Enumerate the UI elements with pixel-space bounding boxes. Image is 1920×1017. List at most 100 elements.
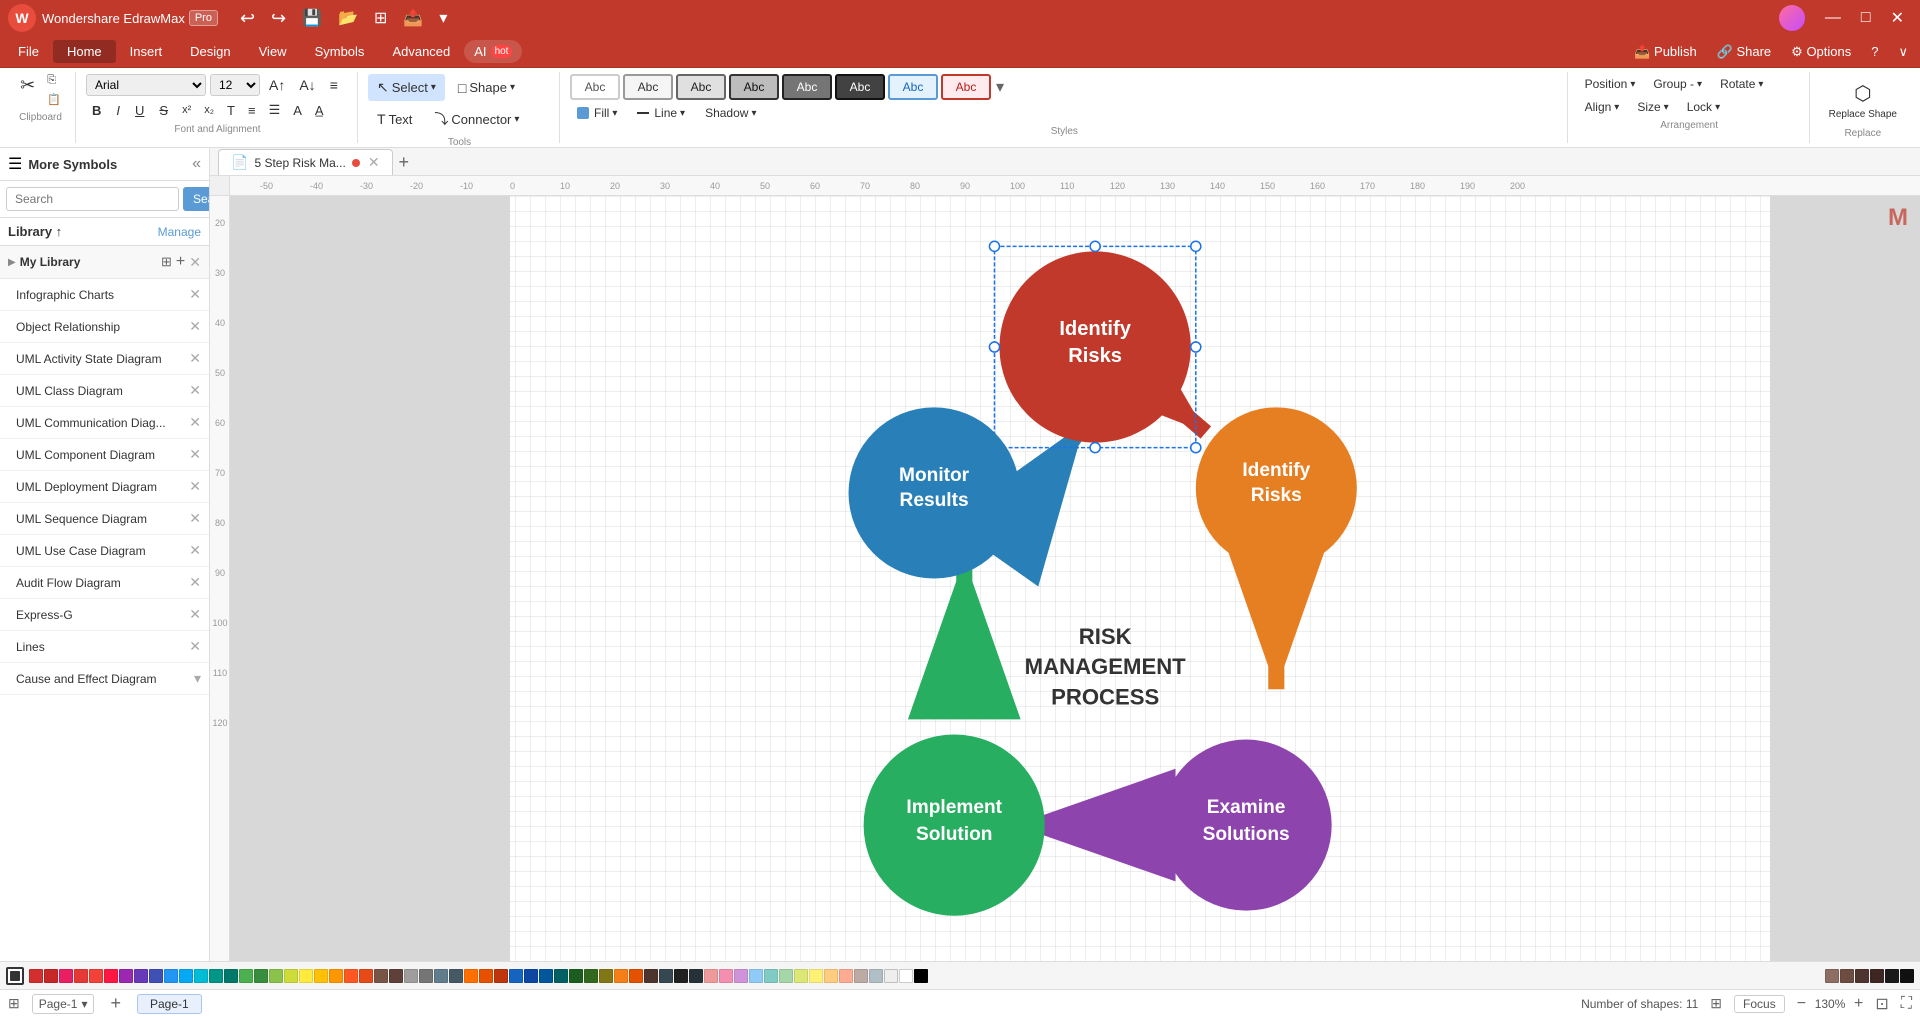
drawing-canvas[interactable]: Identify Risks Identify Risks RISK MANAG… — [230, 196, 1920, 961]
minimize-button[interactable]: — — [1817, 5, 1849, 31]
color-swatch[interactable] — [584, 969, 598, 983]
export-button[interactable]: 📤 — [397, 6, 429, 31]
color-swatch[interactable] — [554, 969, 568, 983]
color-swatch[interactable] — [719, 969, 733, 983]
sidebar-item-uml-deployment[interactable]: UML Deployment Diagram ✕ — [0, 471, 209, 503]
add-tab-button[interactable]: + — [395, 152, 414, 173]
color-swatch[interactable] — [254, 969, 268, 983]
color-swatch[interactable] — [914, 969, 928, 983]
underline-button[interactable]: U — [129, 100, 150, 121]
color-swatch-dark3[interactable] — [1855, 969, 1869, 983]
size-button[interactable]: Size ▾ — [1630, 97, 1675, 117]
color-swatch[interactable] — [119, 969, 133, 983]
add-library-icon[interactable]: + — [176, 253, 185, 271]
collapse-cause-effect-icon[interactable]: ▾ — [194, 670, 201, 687]
color-swatch[interactable] — [374, 969, 388, 983]
color-swatch[interactable] — [194, 969, 208, 983]
text-color-button[interactable]: A — [288, 100, 307, 121]
close-uml-activity-icon[interactable]: ✕ — [189, 350, 201, 367]
highlight-button[interactable]: A̲ — [310, 100, 329, 121]
fill-button[interactable]: Fill ▾ — [570, 103, 624, 123]
maximize-button[interactable]: □ — [1853, 5, 1879, 31]
tab-5step-risk[interactable]: 📄 5 Step Risk Ma... ✕ — [218, 149, 393, 175]
color-swatch[interactable] — [74, 969, 88, 983]
import-icon[interactable]: ⊞ — [161, 254, 172, 270]
position-button[interactable]: Position ▾ — [1578, 74, 1643, 94]
menu-home[interactable]: Home — [53, 40, 116, 63]
menu-design[interactable]: Design — [176, 40, 244, 63]
color-swatch[interactable] — [89, 969, 103, 983]
color-swatch[interactable] — [59, 969, 73, 983]
sidebar-item-uml-communication[interactable]: UML Communication Diag... ✕ — [0, 407, 209, 439]
color-swatch[interactable] — [854, 969, 868, 983]
color-swatch[interactable] — [794, 969, 808, 983]
text-button[interactable]: T Text — [368, 104, 421, 134]
close-uml-class-icon[interactable]: ✕ — [189, 382, 201, 399]
color-swatch[interactable] — [299, 969, 313, 983]
sidebar-item-uml-class[interactable]: UML Class Diagram ✕ — [0, 375, 209, 407]
color-swatch[interactable] — [824, 969, 838, 983]
sidebar-item-uml-sequence[interactable]: UML Sequence Diagram ✕ — [0, 503, 209, 535]
sidebar-item-audit-flow[interactable]: Audit Flow Diagram ✕ — [0, 567, 209, 599]
styles-more-button[interactable]: ▾ — [994, 75, 1006, 99]
color-swatch[interactable] — [104, 969, 118, 983]
sidebar-item-object-relationship[interactable]: Object Relationship ✕ — [0, 311, 209, 343]
undo-button[interactable]: ↩ — [234, 6, 261, 31]
color-swatch[interactable] — [389, 969, 403, 983]
close-audit-flow-icon[interactable]: ✕ — [189, 574, 201, 591]
style-2[interactable]: Abc — [623, 74, 673, 100]
align-button[interactable]: ≡ — [325, 74, 343, 96]
options-button[interactable]: ⚙ Options — [1783, 41, 1859, 63]
list2-button[interactable]: ☰ — [264, 99, 286, 121]
collapse-sidebar-button[interactable]: « — [192, 155, 201, 173]
style-1[interactable]: Abc — [570, 74, 620, 100]
menu-advanced[interactable]: Advanced — [378, 40, 464, 63]
color-swatch[interactable] — [269, 969, 283, 983]
close-object-relationship-icon[interactable]: ✕ — [189, 318, 201, 335]
group-button[interactable]: Group - ▾ — [1646, 74, 1709, 94]
sidebar-item-infographic-charts[interactable]: Infographic Charts ✕ — [0, 279, 209, 311]
color-swatch[interactable] — [659, 969, 673, 983]
sidebar-item-uml-component[interactable]: UML Component Diagram ✕ — [0, 439, 209, 471]
line-button[interactable]: Line ▾ — [630, 103, 692, 123]
fit-page-button[interactable]: ⊡ — [1875, 994, 1888, 1014]
color-swatch-dark4[interactable] — [1870, 969, 1884, 983]
select-button[interactable]: ↖ Select ▾ — [368, 74, 445, 101]
subscript-button[interactable]: x₂ — [199, 101, 219, 119]
more-button[interactable]: ▾ — [433, 6, 453, 31]
close-express-g-icon[interactable]: ✕ — [189, 606, 201, 623]
color-swatch[interactable] — [449, 969, 463, 983]
page-icon-button[interactable]: ⊞ — [8, 995, 20, 1012]
color-swatch[interactable] — [479, 969, 493, 983]
color-swatch[interactable] — [434, 969, 448, 983]
color-swatch[interactable] — [614, 969, 628, 983]
menu-insert[interactable]: Insert — [116, 40, 177, 63]
sidebar-item-uml-activity[interactable]: UML Activity State Diagram ✕ — [0, 343, 209, 375]
redo-button[interactable]: ↪ — [265, 6, 292, 31]
close-uml-deployment-icon[interactable]: ✕ — [189, 478, 201, 495]
text-format-button[interactable]: T — [222, 100, 240, 121]
sidebar-item-lines[interactable]: Lines ✕ — [0, 631, 209, 663]
copy-button[interactable]: ⎘ — [42, 72, 66, 89]
close-uml-sequence-icon[interactable]: ✕ — [189, 510, 201, 527]
paste-button[interactable]: 📋 — [42, 91, 66, 108]
color-swatch[interactable] — [674, 969, 688, 983]
shape-button[interactable]: □ Shape ▾ — [449, 74, 524, 101]
sidebar-item-my-library[interactable]: ▶ My Library ⊞ + ✕ — [0, 246, 209, 279]
menu-symbols[interactable]: Symbols — [301, 40, 379, 63]
color-swatch[interactable] — [44, 969, 58, 983]
bold-button[interactable]: B — [86, 100, 107, 121]
style-3[interactable]: Abc — [676, 74, 726, 100]
page-dropdown[interactable]: Page-1 ▾ — [32, 994, 95, 1014]
close-infographic-icon[interactable]: ✕ — [189, 286, 201, 303]
shadow-button[interactable]: Shadow ▾ — [698, 103, 763, 123]
cut-button[interactable]: ✂ — [15, 72, 40, 108]
color-swatch[interactable] — [839, 969, 853, 983]
decrease-font-button[interactable]: A↓ — [294, 74, 320, 96]
style-6[interactable]: Abc — [835, 74, 885, 100]
color-swatch-dark2[interactable] — [1840, 969, 1854, 983]
view-button[interactable]: ⊞ — [368, 6, 393, 31]
color-swatch[interactable] — [224, 969, 238, 983]
menu-view[interactable]: View — [245, 40, 301, 63]
color-swatch[interactable] — [569, 969, 583, 983]
